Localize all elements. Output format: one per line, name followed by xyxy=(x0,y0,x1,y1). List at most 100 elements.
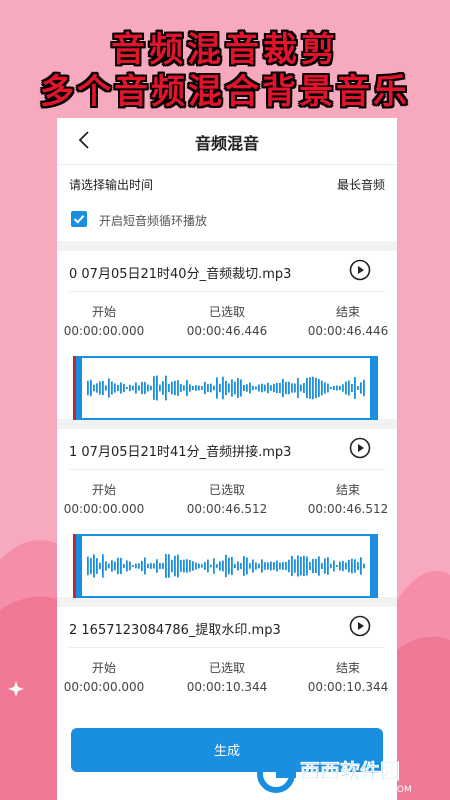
waveform-bar xyxy=(126,560,128,572)
waveform-bar xyxy=(270,561,272,571)
waveform-bar xyxy=(90,379,92,397)
waveform-bar xyxy=(138,563,140,569)
waveform-bar xyxy=(303,555,305,577)
waveform-bar xyxy=(168,554,170,578)
waveform-bar xyxy=(213,558,215,574)
waveform-bar xyxy=(105,385,107,391)
waveform-bar xyxy=(285,381,287,395)
waveform-bar xyxy=(231,556,233,576)
left-trim-handle[interactable] xyxy=(75,535,82,597)
play-icon[interactable] xyxy=(349,259,371,281)
selected-label: 已选取 xyxy=(208,483,245,497)
waveform-bar xyxy=(177,380,179,396)
right-trim-handle[interactable] xyxy=(370,535,377,597)
waveform-bar xyxy=(108,378,110,398)
waveform-bar xyxy=(327,557,329,575)
waveform-bar xyxy=(291,383,293,393)
waveform-bar xyxy=(189,384,191,392)
play-icon[interactable] xyxy=(349,437,371,459)
nav-header: 音频混音 xyxy=(57,118,397,165)
waveform-bar xyxy=(180,384,182,392)
waveform-bar xyxy=(312,558,314,574)
selected-time: 00:00:10.344 xyxy=(186,680,268,694)
waveform-bar xyxy=(339,385,341,391)
waveform-bar xyxy=(156,559,158,573)
waveform-bar xyxy=(243,556,245,576)
waveform-bar xyxy=(120,557,122,575)
waveform-bar xyxy=(96,558,98,574)
end-label: 结束 xyxy=(335,661,360,675)
selected-label: 已选取 xyxy=(208,661,245,675)
waveform-bar xyxy=(267,382,269,394)
waveform-bar xyxy=(327,383,329,393)
waveform-bar xyxy=(363,379,365,397)
waveform-bar xyxy=(300,556,302,576)
waveform-bar xyxy=(351,384,353,392)
waveform-bar xyxy=(87,380,89,396)
watermark-url: CR173.COM xyxy=(358,785,412,795)
playhead-marker[interactable] xyxy=(73,356,76,420)
waveform-bar xyxy=(126,386,128,390)
waveform-bar xyxy=(228,383,230,393)
waveform-bar xyxy=(333,385,335,391)
waveform-bar xyxy=(354,559,356,573)
loop-option-row[interactable]: 开启短音频循环播放 xyxy=(57,201,397,241)
waveform-bar xyxy=(240,563,242,569)
selected-time-column: 已选取 00:00:46.512 xyxy=(172,481,282,516)
track-divider xyxy=(69,647,385,648)
page-title: 音频混音 xyxy=(194,134,259,153)
waveform-bar xyxy=(330,386,332,390)
waveform-bar xyxy=(255,386,257,390)
waveform-bar xyxy=(159,384,161,392)
waveform-bar xyxy=(96,383,98,393)
waveform[interactable] xyxy=(73,356,379,420)
waveform-bar xyxy=(195,562,197,570)
waveform-bar xyxy=(186,380,188,396)
play-icon[interactable] xyxy=(349,615,371,637)
waveform-bar xyxy=(288,559,290,573)
waveform-bar xyxy=(294,559,296,573)
waveform-bar xyxy=(348,559,350,573)
selected-time: 00:00:46.512 xyxy=(186,502,268,516)
watermark-brand: 西西软件园 xyxy=(300,759,400,783)
waveform-bar xyxy=(279,382,281,394)
end-time: 00:00:10.344 xyxy=(307,680,389,694)
waveform[interactable] xyxy=(73,534,379,598)
waveform-bar xyxy=(357,561,359,571)
loop-checkbox[interactable] xyxy=(71,211,87,227)
track-name: 2 1657123084786_提取水印.mp3 xyxy=(69,623,281,638)
right-trim-handle[interactable] xyxy=(370,357,377,419)
waveform-bar xyxy=(339,561,341,571)
waveform-bar xyxy=(123,564,125,568)
waveform-bar xyxy=(243,384,245,392)
start-time-column: 开始 00:00:00.000 xyxy=(57,659,159,694)
waveform-bar xyxy=(342,560,344,572)
waveform-bar xyxy=(228,557,230,575)
waveform-bar xyxy=(303,383,305,393)
waveform-bar xyxy=(168,384,170,392)
waveform-bar xyxy=(90,558,92,574)
end-time: 00:00:46.512 xyxy=(307,502,389,516)
waveform-bar xyxy=(318,379,320,397)
waveform-bar xyxy=(261,383,263,393)
waveform-bar xyxy=(258,384,260,392)
waveform-bar xyxy=(192,385,194,391)
waveform-bar xyxy=(120,382,122,394)
start-time-column: 开始 00:00:00.000 xyxy=(57,303,159,338)
waveform-bar xyxy=(225,380,227,396)
waveform-bar xyxy=(147,563,149,569)
playhead-marker[interactable] xyxy=(73,534,76,598)
left-trim-handle[interactable] xyxy=(75,357,82,419)
waveform-bar xyxy=(189,560,191,572)
waveform-bar xyxy=(222,560,224,572)
output-time-value[interactable]: 最长音频 xyxy=(337,176,385,193)
waveform-bar xyxy=(162,563,164,569)
waveform-bar xyxy=(129,384,131,392)
output-time-row[interactable]: 请选择输出时间 最长音频 xyxy=(57,165,397,201)
waveform-bar xyxy=(246,384,248,392)
end-time-column: 结束 00:00:46.446 xyxy=(293,303,397,338)
track-item: 0 07月05日21时40分_音频裁切.mp3 开始 00:00:00.000 … xyxy=(57,251,397,420)
waveform-bar xyxy=(264,384,266,392)
waveform-bar xyxy=(336,565,338,567)
waveform-bar xyxy=(180,560,182,572)
